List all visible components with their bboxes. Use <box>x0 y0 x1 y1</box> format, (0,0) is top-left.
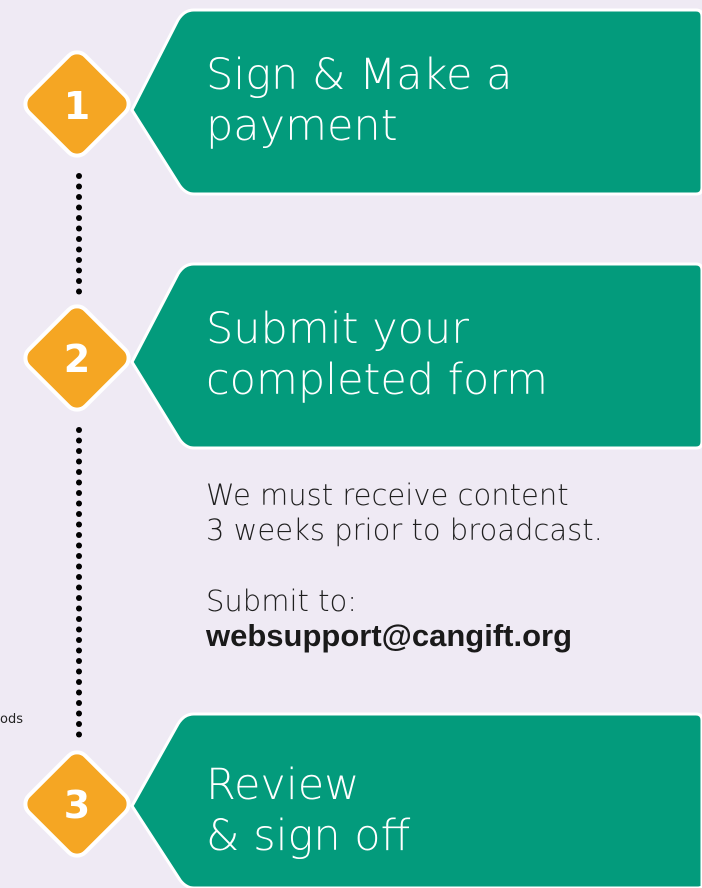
connector-dot <box>76 427 82 433</box>
connector-dot <box>76 668 82 675</box>
connector-dot <box>76 246 82 253</box>
connector-dot <box>76 257 82 263</box>
connector-dot <box>76 616 82 622</box>
step-3-title-line-1: Review <box>206 760 360 810</box>
step-2-title: Submit your completed form <box>206 304 548 405</box>
connector-dot <box>76 521 82 528</box>
step-3-number: 3 <box>63 783 91 827</box>
connector-dot <box>76 605 82 612</box>
connector-dot <box>76 458 82 465</box>
deadline-note-line-2: 3 weeks prior to broadcast. <box>206 512 603 547</box>
connector-dot <box>76 448 82 454</box>
connector-dot <box>76 469 82 475</box>
process-diagram: 1 2 3 Sign & Make a payment Submit your … <box>0 0 702 888</box>
connector-dot <box>76 490 82 496</box>
connector-dot <box>76 710 82 717</box>
connector-dot <box>76 731 82 738</box>
connector-dot <box>76 267 82 274</box>
step-1-title: Sign & Make a payment <box>206 50 512 151</box>
dotted-connector <box>76 173 82 738</box>
deadline-note-line-1: We must receive content <box>206 478 569 512</box>
step-3-title: Review & sign off <box>206 760 410 861</box>
connector-dot <box>76 626 82 633</box>
connector-dot <box>76 511 82 517</box>
connector-dot <box>76 288 82 295</box>
step-3-title-line-2: & sign off <box>206 810 411 861</box>
connector-dot <box>76 721 82 727</box>
connector-dot <box>76 700 82 706</box>
deadline-note: We must receive content 3 weeks prior to… <box>206 478 603 548</box>
connector-dot <box>76 500 82 507</box>
step-2-title-line-2: completed form <box>206 354 549 405</box>
connector-dot <box>76 437 82 444</box>
submit-email-link[interactable]: websupport@cangift.org <box>206 618 572 654</box>
connector-dot <box>76 194 82 200</box>
step-1-number: 1 <box>63 84 91 128</box>
connector-dot <box>76 278 82 284</box>
connector-dot <box>76 679 82 685</box>
connector-dot <box>76 236 82 242</box>
connector-dot <box>76 173 82 179</box>
step-1-title-line-2: payment <box>206 100 398 151</box>
connector-dot <box>76 225 82 232</box>
connector-dot <box>76 637 82 643</box>
connector-dot <box>76 479 82 486</box>
connector-dot <box>76 204 82 211</box>
step-2-number: 2 <box>63 337 91 381</box>
step-2-title-line-1: Submit your <box>206 304 469 354</box>
connector-dot <box>76 563 82 570</box>
connector-dot <box>76 689 82 696</box>
submit-label: Submit to: <box>206 584 357 618</box>
connector-dot <box>76 595 82 601</box>
connector-dot <box>76 584 82 591</box>
step-1-title-line-1: Sign & Make a <box>206 50 513 100</box>
connector-dot <box>76 532 82 538</box>
connector-dot <box>76 553 82 559</box>
connector-dot <box>76 658 82 664</box>
connector-dot <box>76 215 82 221</box>
connector-dot <box>76 542 82 549</box>
connector-dot <box>76 183 82 190</box>
cropped-edge-text: ods <box>0 712 23 727</box>
connector-dot <box>76 647 82 654</box>
connector-dot <box>76 574 82 580</box>
